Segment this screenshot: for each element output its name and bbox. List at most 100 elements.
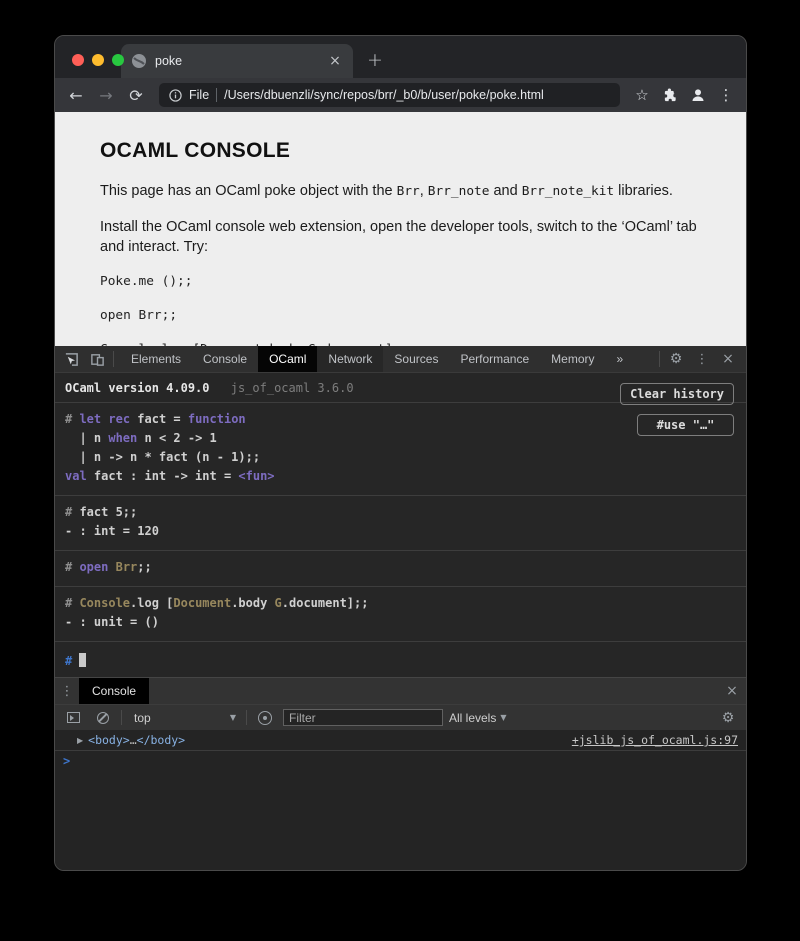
paragraph-text: libraries.: [614, 183, 673, 199]
chevron-down-icon: ▼: [230, 713, 240, 722]
devtools-tabs: ElementsConsoleOCamlNetworkSourcesPerfor…: [120, 346, 634, 372]
chevron-down-icon: ▼: [500, 713, 506, 722]
address-divider: [216, 88, 217, 102]
back-icon[interactable]: ←: [63, 82, 89, 108]
console-prompt[interactable]: >: [55, 751, 746, 771]
clear-console-icon[interactable]: [91, 708, 115, 728]
repl-history: # let rec fact = function | n when n < 2…: [55, 403, 746, 677]
devtools-tab-performance[interactable]: Performance: [449, 346, 540, 372]
ocaml-repl-panel: OCaml version 4.09.0 js_of_ocaml 3.6.0 #…: [55, 373, 746, 677]
repl-entry: # Console.log [Document.body G.document]…: [55, 587, 746, 642]
scheme-label: File: [189, 88, 209, 102]
zoom-window-button[interactable]: [112, 54, 124, 66]
repl-entry: # open Brr;;: [55, 551, 746, 587]
expand-triangle-icon[interactable]: ▶: [77, 736, 83, 745]
devtools-settings-gear-icon[interactable]: ⚙: [664, 349, 688, 369]
log-levels-label: All levels: [449, 711, 496, 725]
device-toolbar-icon[interactable]: [85, 349, 109, 369]
dom-element-text: <body>: [88, 733, 130, 747]
favicon: [131, 53, 147, 69]
text-cursor: [79, 653, 86, 667]
close-window-button[interactable]: [72, 54, 84, 66]
forward-icon[interactable]: →: [93, 82, 119, 108]
devtools-menu-icon[interactable]: ⋮: [690, 349, 714, 369]
repl-buttons: Clear history #use "…": [620, 383, 734, 436]
repl-line: val fact : int -> int = <fun>: [65, 467, 736, 486]
context-label: top: [134, 711, 151, 725]
repl-line: | n -> n * fact (n - 1);;: [65, 448, 736, 467]
devtools-tab-network[interactable]: Network: [317, 346, 383, 372]
ocaml-version: OCaml version 4.09.0: [65, 381, 210, 395]
browser-window: poke × + ← → ⟳ File /Users/dbuenzli/sync…: [54, 35, 747, 871]
ellipsis-text: …: [130, 733, 137, 747]
browser-menu-icon[interactable]: ⋮: [714, 83, 738, 107]
inspect-element-icon[interactable]: [59, 349, 83, 369]
devtools-tab-ocaml[interactable]: OCaml: [258, 346, 317, 372]
repl-line: # Console.log [Document.body G.document]…: [65, 594, 736, 613]
console-sidebar-icon[interactable]: [61, 708, 85, 728]
divider: [113, 351, 114, 367]
repl-line: # open Brr;;: [65, 558, 736, 577]
page-content: OCAML CONSOLE This page has an OCaml pok…: [55, 112, 746, 346]
library-name: Brr: [397, 184, 420, 199]
console-settings-gear-icon[interactable]: ⚙: [716, 708, 740, 728]
dom-element-text: </body>: [137, 733, 185, 747]
filter-input[interactable]: [283, 709, 443, 726]
drawer-header: ⋮ Console ×: [55, 678, 746, 704]
browser-tab-strip: poke × +: [55, 36, 746, 78]
browser-tab-poke[interactable]: poke ×: [121, 44, 353, 78]
log-levels-selector[interactable]: All levels ▼: [449, 711, 507, 725]
info-icon[interactable]: [169, 89, 182, 102]
repl-entry: # fact 5;;- : int = 120: [55, 496, 746, 551]
devtools-tab-console[interactable]: Console: [192, 346, 258, 372]
paragraph-text: and: [489, 183, 521, 199]
repl-line: - : unit = (): [65, 613, 736, 632]
browser-toolbar: ← → ⟳ File /Users/dbuenzli/sync/repos/br…: [55, 78, 746, 112]
console-toolbar: top ▼ All levels ▼ ⚙: [55, 704, 746, 730]
divider: [246, 710, 247, 725]
minimize-window-button[interactable]: [92, 54, 104, 66]
console-message[interactable]: <body>…</body>: [88, 733, 185, 747]
tab-title: poke: [155, 54, 319, 68]
console-empty-area[interactable]: [55, 771, 746, 870]
divider: [659, 351, 660, 367]
devtools-tab-sources[interactable]: Sources: [383, 346, 449, 372]
library-name: Brr_note_kit: [522, 184, 614, 199]
devtools-tab-elements[interactable]: Elements: [120, 346, 192, 372]
devtools-tab-memory[interactable]: Memory: [540, 346, 605, 372]
tab-close-icon[interactable]: ×: [327, 53, 343, 69]
use-file-button[interactable]: #use "…": [637, 414, 734, 436]
reload-icon[interactable]: ⟳: [123, 82, 149, 108]
extensions-puzzle-icon[interactable]: [658, 83, 682, 107]
source-link[interactable]: +jslib_js_of_ocaml.js:97: [572, 733, 738, 747]
jsofocaml-version: js_of_ocaml 3.6.0: [231, 381, 354, 395]
context-selector[interactable]: top ▼: [128, 711, 240, 725]
devtools-tab-[interactable]: »: [606, 346, 635, 372]
code-snippet: Poke.me ();;: [100, 273, 701, 291]
prompt-chevron: >: [63, 754, 70, 768]
drawer-menu-icon[interactable]: ⋮: [55, 684, 79, 699]
live-expression-eye-icon[interactable]: [253, 708, 277, 728]
console-drawer: ⋮ Console × top ▼ All levels ▼ ⚙ ▶ <body…: [55, 677, 746, 870]
repl-line: - : int = 120: [65, 522, 736, 541]
drawer-tab-console[interactable]: Console: [79, 678, 149, 704]
clear-history-button[interactable]: Clear history: [620, 383, 734, 405]
bookmark-star-icon[interactable]: ☆: [630, 83, 654, 107]
code-snippet: open Brr;;: [100, 307, 701, 325]
new-tab-button[interactable]: +: [367, 49, 383, 71]
intro-paragraph: This page has an OCaml poke object with …: [100, 181, 701, 202]
devtools-tabbar: ElementsConsoleOCamlNetworkSourcesPerfor…: [55, 346, 746, 373]
divider: [121, 710, 122, 725]
page-title: OCAML CONSOLE: [100, 139, 701, 163]
library-name: Brr_note: [428, 184, 490, 199]
code-snippets: Poke.me ();;open Brr;;Console.log [Docum…: [100, 273, 701, 346]
drawer-close-icon[interactable]: ×: [718, 683, 746, 699]
address-bar[interactable]: File /Users/dbuenzli/sync/repos/brr/_b0/…: [159, 83, 620, 107]
instructions-paragraph: Install the OCaml console web extension,…: [100, 217, 701, 258]
repl-line: # fact 5;;: [65, 503, 736, 522]
devtools-close-icon[interactable]: ×: [716, 349, 740, 369]
paragraph-text: ,: [420, 183, 428, 199]
repl-input-line[interactable]: #: [55, 642, 746, 677]
profile-avatar-icon[interactable]: [686, 83, 710, 107]
address-url[interactable]: /Users/dbuenzli/sync/repos/brr/_b0/b/use…: [224, 88, 544, 102]
